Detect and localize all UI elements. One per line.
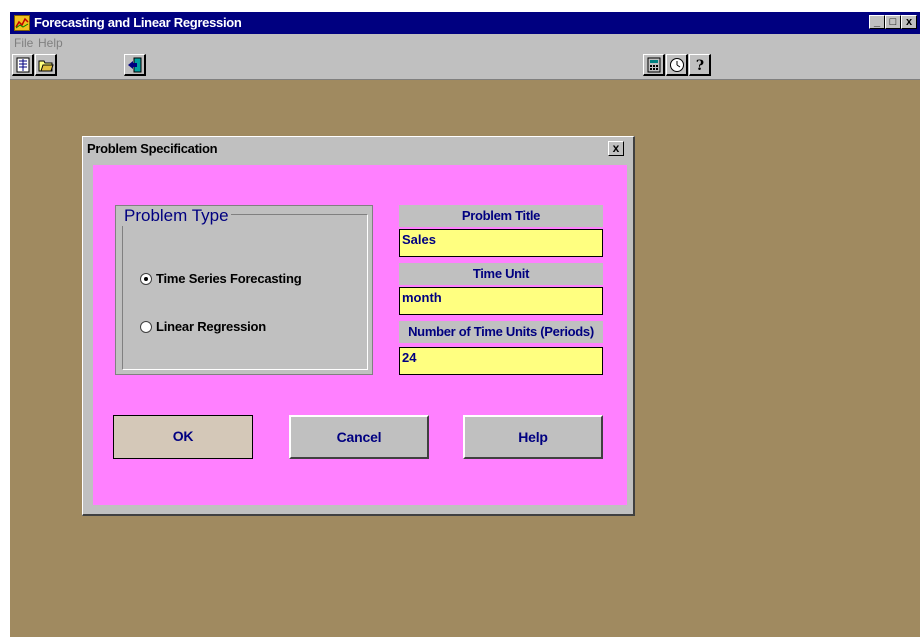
clock-icon <box>670 58 684 72</box>
menu-file[interactable]: File <box>14 36 33 50</box>
radio-label: Time Series Forecasting <box>156 271 302 286</box>
dialog-title: Problem Specification <box>87 141 218 156</box>
time-unit-label: Time Unit <box>399 263 603 285</box>
exit-button[interactable] <box>124 54 146 76</box>
menu-help[interactable]: Help <box>38 36 63 50</box>
problem-specification-dialog: Problem Specification x Problem Type Tim… <box>82 136 635 516</box>
periods-input[interactable]: 24 <box>399 347 603 375</box>
chart-app-icon <box>14 15 30 31</box>
radio-unselected-indicator[interactable] <box>140 321 152 333</box>
time-unit-input[interactable]: month <box>399 287 603 315</box>
periods-label: Number of Time Units (Periods) <box>399 321 603 343</box>
problem-type-legend: Problem Type <box>122 206 231 226</box>
menu-bar: File Help <box>10 34 920 52</box>
minimize-button[interactable]: _ <box>869 15 885 29</box>
problem-title-input[interactable]: Sales <box>399 229 603 257</box>
help-button[interactable]: ? <box>689 54 711 76</box>
help-question-icon: ? <box>696 58 704 73</box>
title-bar: Forecasting and Linear Regression _ □ x <box>10 12 920 34</box>
problem-type-group: Problem Type Time Series Forecasting Lin… <box>115 205 373 375</box>
calculator-button[interactable] <box>643 54 665 76</box>
close-button[interactable]: x <box>901 15 917 29</box>
dialog-close-button[interactable]: x <box>608 141 624 156</box>
open-file-button[interactable] <box>35 54 57 76</box>
maximize-button[interactable]: □ <box>885 15 901 29</box>
group-frame <box>122 214 368 370</box>
radio-label: Linear Regression <box>156 319 267 334</box>
svg-text:?: ? <box>696 58 704 73</box>
help-dialog-button[interactable]: Help <box>463 415 603 459</box>
calculator-icon <box>647 57 661 73</box>
clock-button[interactable] <box>666 54 688 76</box>
cancel-button[interactable]: Cancel <box>289 415 429 459</box>
window-title: Forecasting and Linear Regression <box>34 15 242 30</box>
problem-title-label: Problem Title <box>399 205 603 227</box>
dialog-body: Problem Type Time Series Forecasting Lin… <box>93 165 627 505</box>
exit-door-icon <box>128 57 142 73</box>
new-document-icon <box>16 57 30 73</box>
radio-selected-indicator[interactable] <box>140 273 152 285</box>
radio-time-series-forecasting[interactable]: Time Series Forecasting <box>140 270 370 290</box>
ok-button[interactable]: OK <box>113 415 253 459</box>
app-window: Forecasting and Linear Regression _ □ x … <box>10 12 920 637</box>
radio-linear-regression[interactable]: Linear Regression <box>140 318 370 338</box>
toolbar: ? <box>10 52 920 80</box>
new-document-button[interactable] <box>12 54 34 76</box>
open-folder-icon <box>38 60 54 72</box>
